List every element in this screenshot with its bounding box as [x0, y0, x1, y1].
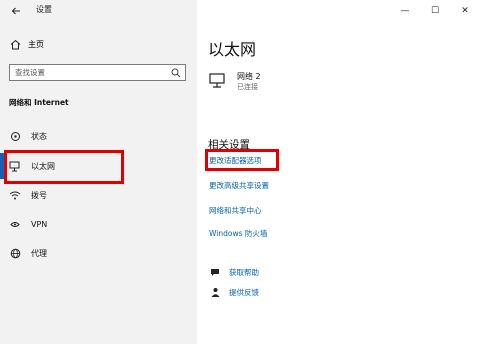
sidebar-item-dialup[interactable]: 拨号	[9, 188, 47, 202]
windows-firewall-link[interactable]: Windows 防火墙	[209, 228, 267, 239]
feedback-icon	[209, 286, 221, 298]
sidebar: 设置 主页 查找设置 网络和 Internet 状态 以太网 拨号 VPN 代理	[0, 0, 197, 344]
search-placeholder: 查找设置	[15, 68, 45, 77]
annotation-highlight-ethernet	[4, 150, 124, 184]
sidebar-item-label: VPN	[31, 219, 48, 229]
sidebar-item-vpn[interactable]: VPN	[9, 217, 47, 231]
back-button[interactable]	[8, 3, 24, 19]
back-arrow-icon	[11, 7, 20, 15]
close-button[interactable]: ✕	[450, 4, 480, 18]
sidebar-item-label: 代理	[31, 248, 47, 258]
status-icon	[9, 130, 21, 142]
home-icon	[9, 38, 21, 50]
maximize-button[interactable]: ☐	[420, 4, 450, 18]
sidebar-item-label: 状态	[31, 131, 47, 141]
help-chat-icon	[209, 266, 221, 278]
network-sharing-center-link[interactable]: 网络和共享中心	[209, 205, 262, 216]
sidebar-item-proxy[interactable]: 代理	[9, 246, 47, 260]
search-icon[interactable]	[171, 68, 181, 78]
sidebar-item-status[interactable]: 状态	[9, 129, 47, 143]
window-controls: — ☐ ✕	[390, 4, 480, 18]
network-card[interactable]: 网络 2 已连接	[209, 71, 261, 93]
network-status: 已连接	[237, 83, 258, 91]
sidebar-item-label: 拨号	[31, 190, 47, 200]
main-content: — ☐ ✕ 以太网 网络 2 已连接 相关设置 更改适配器选项 更改高级共享设置…	[197, 0, 480, 344]
ethernet-monitor-icon	[209, 73, 225, 88]
search-input[interactable]: 查找设置	[9, 64, 186, 81]
give-feedback-link[interactable]: 提供反馈	[209, 286, 259, 298]
globe-icon	[9, 247, 21, 259]
network-name: 网络 2	[237, 72, 261, 81]
give-feedback-label: 提供反馈	[229, 287, 259, 297]
get-help-link[interactable]: 获取帮助	[209, 266, 259, 278]
annotation-highlight-adapter	[205, 149, 279, 171]
section-title: 网络和 Internet	[9, 98, 69, 107]
home-nav-item[interactable]: 主页	[9, 38, 44, 50]
get-help-label: 获取帮助	[229, 267, 259, 277]
advanced-sharing-link[interactable]: 更改高级共享设置	[209, 180, 269, 191]
minimize-button[interactable]: —	[390, 4, 420, 18]
dialup-icon	[9, 189, 21, 201]
app-title: 设置	[36, 5, 52, 14]
page-title: 以太网	[208, 40, 257, 59]
vpn-icon	[9, 218, 21, 230]
home-label: 主页	[28, 39, 44, 49]
